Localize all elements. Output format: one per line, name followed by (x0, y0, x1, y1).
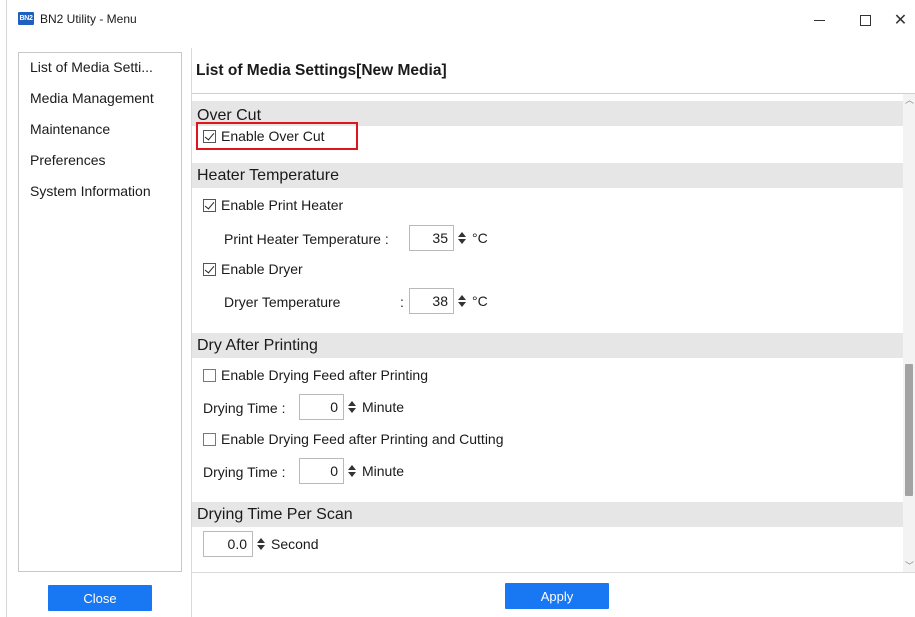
dryer-temperature-colon: : (400, 294, 404, 310)
apply-button[interactable]: Apply (505, 583, 609, 609)
sidebar-item-system-information[interactable]: System Information (30, 183, 151, 199)
enable-over-cut-label: Enable Over Cut (221, 128, 325, 144)
sidebar-item-maintenance[interactable]: Maintenance (30, 121, 110, 137)
checkbox-checked-icon (203, 198, 216, 212)
sidebar-item-media-management[interactable]: Media Management (30, 90, 154, 106)
enable-over-cut-checkbox[interactable]: Enable Over Cut (203, 128, 325, 144)
drying-time-cutting-input[interactable]: 0 (299, 458, 344, 484)
enable-dryer-label: Enable Dryer (221, 261, 303, 277)
maximize-icon (859, 14, 871, 26)
enable-dryer-checkbox[interactable]: Enable Dryer (203, 261, 303, 277)
enable-drying-feed-cutting-checkbox[interactable]: Enable Drying Feed after Printing and Cu… (203, 431, 504, 447)
enable-print-heater-checkbox[interactable]: Enable Print Heater (203, 197, 343, 213)
dryer-temperature-input[interactable]: 38 (409, 288, 454, 314)
stepper-arrows-icon[interactable] (456, 288, 468, 314)
minimize-icon (813, 19, 825, 21)
close-button[interactable]: Close (48, 585, 152, 611)
section-header-heater-temperature: Heater Temperature (192, 163, 903, 188)
enable-drying-feed-checkbox[interactable]: Enable Drying Feed after Printing (203, 367, 428, 383)
drying-time-label: Drying Time : (203, 400, 286, 416)
drying-time-stepper[interactable]: 0 Minute (299, 394, 404, 420)
drying-time-cutting-label: Drying Time : (203, 464, 286, 480)
vertical-scrollbar[interactable]: ︿ ﹀ (903, 94, 915, 572)
minimize-button[interactable] (796, 0, 842, 40)
enable-print-heater-label: Enable Print Heater (221, 197, 344, 213)
dryer-temperature-stepper[interactable]: 38 °C (409, 288, 488, 314)
stepper-arrows-icon[interactable] (346, 394, 358, 420)
enable-drying-feed-cutting-label: Enable Drying Feed after Printing and Cu… (221, 431, 504, 447)
dryer-temperature-label: Dryer Temperature (224, 294, 341, 310)
section-header-dry-after-printing: Dry After Printing (192, 333, 903, 358)
stepper-arrows-icon[interactable] (255, 531, 267, 557)
sidebar: List of Media Setti... Media Management … (18, 52, 182, 572)
drying-time-cutting-stepper[interactable]: 0 Minute (299, 458, 404, 484)
footer-divider (192, 572, 915, 573)
title-bar: BN2 BN2 Utility - Menu ✕ (8, 0, 915, 40)
checkbox-unchecked-icon (203, 368, 216, 382)
section-header-drying-time-per-scan: Drying Time Per Scan (192, 502, 903, 527)
window-left-edge (0, 0, 7, 617)
sidebar-item-list-of-media-settings[interactable]: List of Media Setti... (30, 59, 153, 75)
drying-time-per-scan-unit: Second (271, 536, 319, 552)
print-heater-temperature-unit: °C (472, 230, 488, 246)
stepper-arrows-icon[interactable] (346, 458, 358, 484)
dryer-temperature-unit: °C (472, 293, 488, 309)
close-icon: ✕ (893, 12, 908, 29)
page-title: List of Media Settings[New Media] (196, 62, 447, 79)
enable-drying-feed-label: Enable Drying Feed after Printing (221, 367, 428, 383)
print-heater-temperature-input[interactable]: 35 (409, 225, 454, 251)
checkbox-unchecked-icon (203, 432, 216, 446)
app-logo-icon: BN2 (18, 12, 34, 25)
sidebar-item-preferences[interactable]: Preferences (30, 152, 105, 168)
checkbox-checked-icon (203, 262, 216, 276)
drying-time-per-scan-input[interactable]: 0.0 (203, 531, 253, 557)
checkbox-checked-icon (203, 129, 216, 143)
scroll-up-icon[interactable]: ︿ (905, 94, 914, 106)
maximize-button[interactable] (842, 0, 888, 40)
scrollbar-thumb[interactable] (905, 364, 913, 496)
drying-time-per-scan-stepper[interactable]: 0.0 Second (203, 531, 318, 557)
scroll-down-icon[interactable]: ﹀ (905, 560, 914, 572)
stepper-arrows-icon[interactable] (456, 225, 468, 251)
settings-scroll-area[interactable]: Over Cut Enable Over Cut Heater Temperat… (192, 94, 903, 572)
drying-time-input[interactable]: 0 (299, 394, 344, 420)
window-close-button[interactable]: ✕ (886, 0, 915, 40)
print-heater-temperature-label: Print Heater Temperature : (224, 231, 389, 247)
print-heater-temperature-stepper[interactable]: 35 °C (409, 225, 488, 251)
drying-time-unit: Minute (362, 399, 405, 415)
window-title: BN2 Utility - Menu (40, 12, 137, 26)
drying-time-cutting-unit: Minute (362, 463, 405, 479)
